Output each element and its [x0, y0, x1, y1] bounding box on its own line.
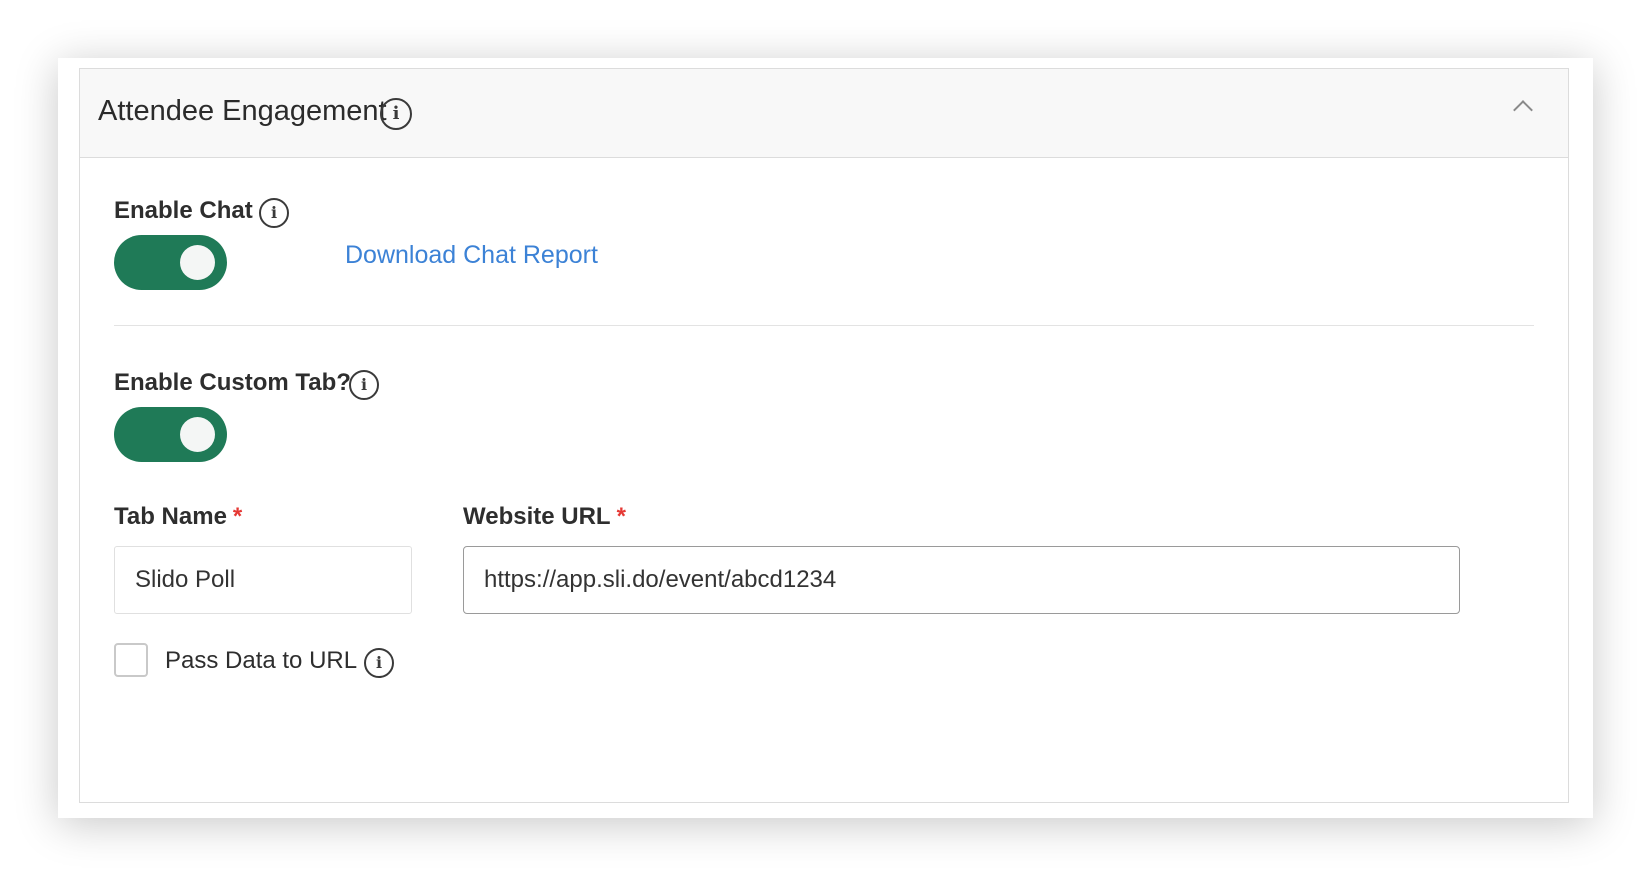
- enable-custom-tab-label: Enable Custom Tab?: [114, 369, 351, 396]
- info-icon[interactable]: i: [380, 98, 412, 130]
- required-marker: *: [232, 503, 243, 530]
- toggle-knob: [180, 245, 215, 280]
- toggle-knob: [180, 417, 215, 452]
- panel-header[interactable]: Attendee Engagement i: [80, 69, 1568, 158]
- enable-chat-label: Enable Chat: [114, 197, 253, 224]
- pass-data-checkbox[interactable]: [114, 643, 148, 677]
- panel-title: Attendee Engagement: [98, 95, 387, 127]
- website-url-label-text: Website URL: [463, 503, 611, 530]
- website-url-input[interactable]: [463, 546, 1460, 614]
- website-url-label: Website URL *: [463, 503, 626, 531]
- attendee-engagement-panel: Attendee Engagement i Enable Chat i Down…: [79, 68, 1569, 803]
- info-icon[interactable]: i: [349, 370, 379, 400]
- tab-name-label-text: Tab Name: [114, 503, 227, 530]
- pass-data-label: Pass Data to URL: [165, 647, 358, 674]
- info-icon[interactable]: i: [259, 198, 289, 228]
- tab-name-label: Tab Name *: [114, 503, 242, 531]
- tab-name-input[interactable]: [114, 546, 412, 614]
- enable-chat-toggle[interactable]: [114, 235, 227, 290]
- required-marker: *: [616, 503, 626, 530]
- info-icon[interactable]: i: [364, 648, 394, 678]
- chevron-up-icon[interactable]: [1513, 100, 1533, 120]
- download-chat-report-link[interactable]: Download Chat Report: [345, 241, 598, 270]
- section-divider: [114, 325, 1534, 326]
- enable-custom-tab-toggle[interactable]: [114, 407, 227, 462]
- settings-card: Attendee Engagement i Enable Chat i Down…: [58, 58, 1593, 818]
